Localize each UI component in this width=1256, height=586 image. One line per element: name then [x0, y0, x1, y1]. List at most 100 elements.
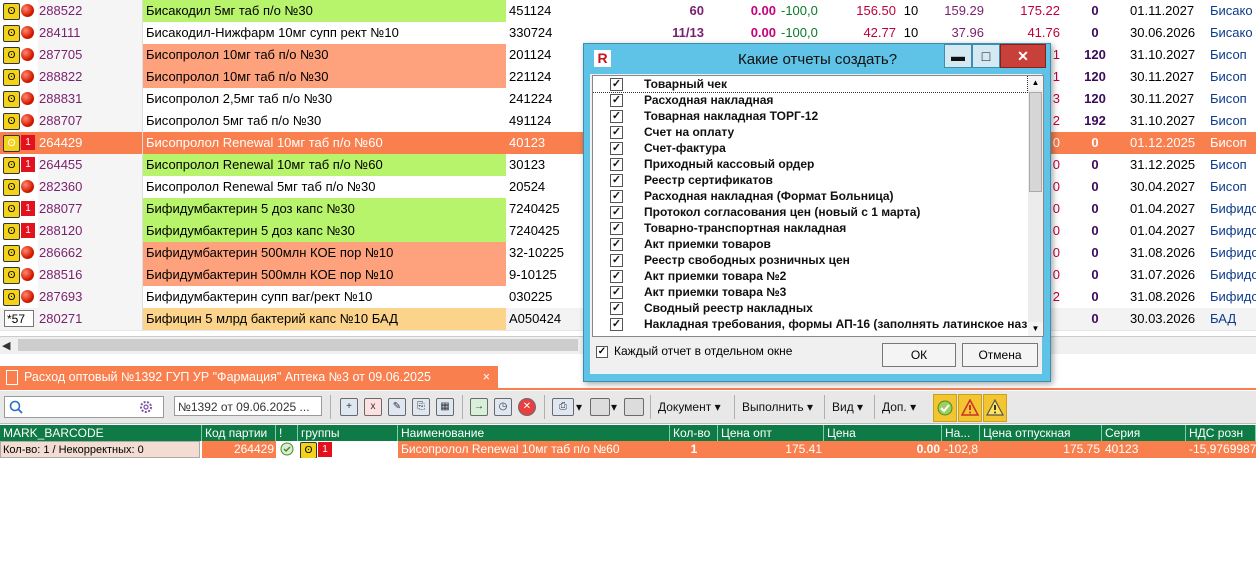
report-checkbox[interactable]: ✓ — [610, 238, 623, 251]
print-icon[interactable]: ⎙ — [552, 398, 574, 416]
separate-window-checkbox[interactable]: ✓ — [596, 345, 608, 358]
scroll-thumb[interactable] — [1029, 92, 1042, 192]
report-item[interactable]: ✓ Расходная накладная — [593, 92, 1027, 108]
report-item[interactable]: ✓ Товарно-транспортная накладная — [593, 220, 1027, 236]
minimize-button[interactable]: ▬ — [944, 44, 972, 68]
print-dropdown-icon[interactable]: ▾ — [576, 398, 582, 416]
red-ball-icon — [21, 246, 34, 259]
maximize-button[interactable]: □ — [972, 44, 1000, 68]
import-icon[interactable]: → — [470, 398, 488, 416]
report-item[interactable]: ✓ Акт приемки товара №3 — [593, 284, 1027, 300]
menu-view[interactable]: Вид ▾ — [832, 398, 863, 416]
report-item[interactable]: ✓ Расходная накладная (Формат Больница) — [593, 188, 1027, 204]
scroll-thumb[interactable] — [18, 339, 578, 351]
report-checkbox[interactable]: ✓ — [610, 94, 623, 107]
column-header[interactable]: Код партии — [202, 425, 276, 441]
report-item[interactable]: ✓ Сводный реестр накладных — [593, 300, 1027, 316]
report-item[interactable]: ✓ Реестр сертификатов — [593, 172, 1027, 188]
separate-window-option[interactable]: ✓ Каждый отчет в отдельном окне — [596, 344, 792, 358]
scroll-left-icon[interactable]: ◀ — [2, 339, 10, 352]
product-name: Бисопролол Renewal 10мг таб п/о №60 — [142, 132, 506, 154]
column-header[interactable]: Серия — [1102, 425, 1186, 441]
error-warning-icon[interactable] — [958, 394, 982, 422]
checklist-scrollbar[interactable]: ▲ ▼ — [1028, 75, 1044, 337]
column-header[interactable]: группы — [298, 425, 398, 441]
report-item[interactable]: ✓ Акт приемки товара №2 — [593, 268, 1027, 284]
report-checkbox[interactable]: ✓ — [610, 302, 623, 315]
column-header[interactable]: На... — [942, 425, 980, 441]
column-header[interactable]: Наименование — [398, 425, 670, 441]
warning-icon[interactable] — [983, 394, 1007, 422]
report-checkbox[interactable]: ✓ — [610, 254, 623, 267]
scroll-down-icon[interactable]: ▼ — [1028, 322, 1043, 336]
report-item[interactable]: ✓ Акт приемки товаров — [593, 236, 1027, 252]
toolbar-separator — [874, 395, 875, 419]
report-checkbox[interactable]: ✓ — [610, 174, 623, 187]
column-header[interactable]: НДС розн — [1186, 425, 1256, 441]
column-header[interactable]: Цена опт — [718, 425, 824, 441]
report-checkbox[interactable]: ✓ — [610, 78, 623, 91]
column-header[interactable]: Кол-во — [670, 425, 718, 441]
copy-row-icon[interactable]: ⎘ — [412, 398, 430, 416]
reports-checklist[interactable]: ✓ Товарный чек ✓ Расходная накладная ✓ Товарн… — [592, 75, 1030, 337]
column-header[interactable]: ! — [276, 425, 298, 441]
ok-button[interactable]: ОК — [882, 343, 956, 367]
expiry-date: 31.12.2025 — [1130, 157, 1196, 172]
report-item[interactable]: ✓ Счет-фактура — [593, 140, 1027, 156]
document-field[interactable]: №1392 от 09.06.2025 ... — [174, 396, 322, 416]
report-checkbox[interactable]: ✓ — [610, 110, 623, 123]
column-header[interactable]: Цена отпускная — [980, 425, 1102, 441]
column-header[interactable]: MARK_BARCODE — [0, 425, 202, 441]
group-cell: Бисоп — [1210, 91, 1247, 106]
row-icons: ʘ — [0, 110, 38, 132]
cancel-icon[interactable]: ✕ — [518, 398, 536, 416]
column-header[interactable]: Цена — [824, 425, 942, 441]
scroll-up-icon[interactable]: ▲ — [1028, 76, 1043, 90]
add-row-icon[interactable]: + — [340, 398, 358, 416]
report-checkbox[interactable]: ✓ — [610, 222, 623, 235]
document-tab-title: Расход оптовый №1392 ГУП УР "Фармация" А… — [24, 370, 431, 384]
report-checkbox[interactable]: ✓ — [610, 142, 623, 155]
report-checkbox[interactable]: ✓ — [610, 286, 623, 299]
table-settings-icon[interactable]: ▦ — [436, 398, 454, 416]
gear-icon[interactable] — [138, 399, 154, 415]
blank-dropdown-icon[interactable]: ▾ — [611, 398, 617, 416]
report-checkbox[interactable]: ✓ — [610, 270, 623, 283]
menu-extra[interactable]: Доп. ▾ — [882, 398, 916, 416]
delete-row-icon[interactable]: x — [364, 398, 382, 416]
check-ok-icon[interactable] — [933, 394, 957, 422]
row-icons: ʘ — [0, 66, 38, 88]
report-item[interactable]: ✓ Протокол согласования цен (новый с 1 ма… — [593, 204, 1027, 220]
dialog-titlebar[interactable]: R Какие отчеты создать? ▬ □ ✕ — [584, 44, 1050, 74]
document-tab[interactable]: Расход оптовый №1392 ГУП УР "Фармация" А… — [0, 366, 498, 388]
grid-row[interactable]: ʘ 288522 Бисакодил 5мг таб п/о №30 451124 60… — [0, 0, 1256, 23]
report-checkbox[interactable]: ✓ — [610, 126, 623, 139]
folder-icon[interactable] — [624, 398, 644, 416]
report-item[interactable]: ✓ Накладная требования, формы АП-16 (запо… — [593, 316, 1027, 332]
report-item[interactable]: ✓ Реестр свободных розничных цен — [593, 252, 1027, 268]
blank-icon[interactable] — [590, 398, 610, 416]
report-item[interactable]: ✓ Приходный кассовый ордер — [593, 156, 1027, 172]
product-name: Бисопролол Renewal 10мг таб п/о №60 — [142, 154, 506, 176]
menu-document[interactable]: Документ ▾ — [658, 398, 721, 416]
report-checkbox[interactable]: ✓ — [610, 158, 623, 171]
close-button[interactable]: ✕ — [1000, 44, 1046, 68]
items-grid-row[interactable]: Кол-во: 1 / Некорректных: 0 264429 ʘ 1 Б… — [0, 441, 1256, 458]
row-icons: ʘ — [0, 0, 38, 22]
report-checkbox[interactable]: ✓ — [610, 318, 623, 331]
product-name: Бифидумбактерин 500млн КОЕ пор №10 — [142, 264, 506, 286]
report-item[interactable]: ✓ Счет на оплату — [593, 124, 1027, 140]
menu-execute[interactable]: Выполнить ▾ — [742, 398, 813, 416]
cancel-button[interactable]: Отмена — [962, 343, 1038, 367]
report-item[interactable]: ✓ Товарный чек — [593, 76, 1028, 93]
search-input[interactable] — [4, 396, 164, 418]
report-label: Акт приемки товара №3 — [644, 285, 787, 299]
grid-row[interactable]: ʘ 284111 Бисакодил-Нижфарм 10мг супп рект … — [0, 22, 1256, 45]
product-code: 451124 — [509, 3, 552, 18]
edit-row-icon[interactable]: ✎ — [388, 398, 406, 416]
timer-icon[interactable]: ◷ — [494, 398, 512, 416]
report-checkbox[interactable]: ✓ — [610, 206, 623, 219]
report-checkbox[interactable]: ✓ — [610, 190, 623, 203]
close-tab-icon[interactable]: × — [483, 366, 490, 388]
report-item[interactable]: ✓ Товарная накладная ТОРГ-12 — [593, 108, 1027, 124]
